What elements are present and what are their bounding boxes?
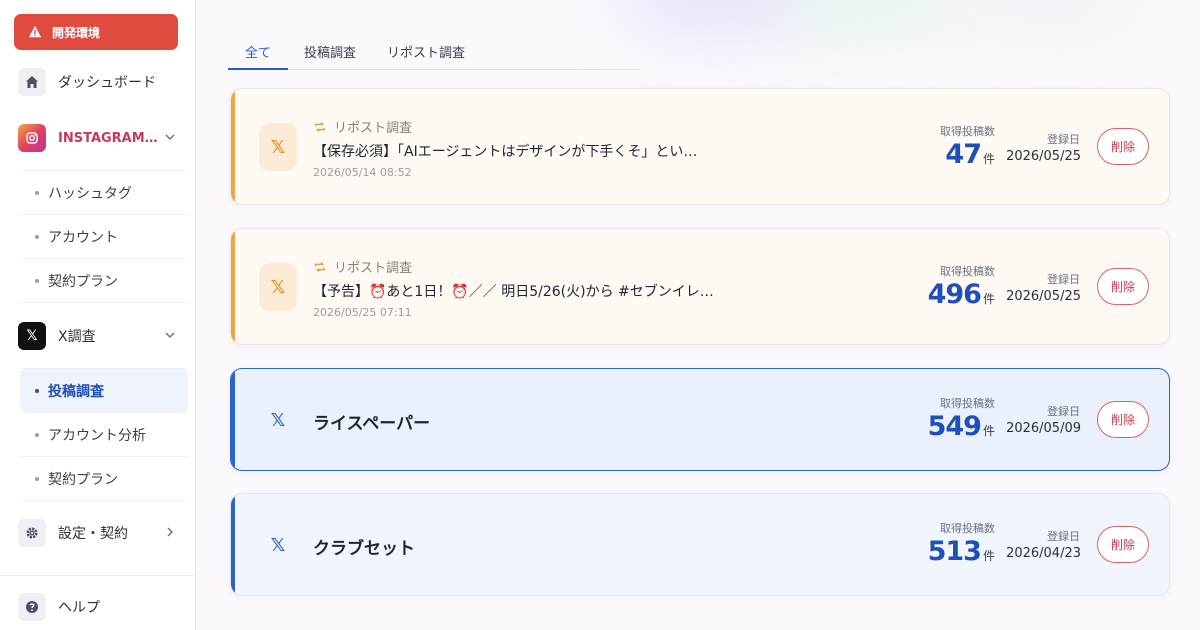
x-logo-icon: 𝕏 (270, 534, 286, 556)
post-count: 47 件 (945, 139, 995, 170)
sidebar-item-label: ヘルプ (58, 600, 100, 616)
research-card[interactable]: 𝕏 ライスペーパー 取得投稿数 549 件 登録日 2026/05/09 削除 (230, 368, 1170, 471)
sidebar-item-help[interactable]: ヘルプ (18, 591, 182, 623)
tab-post-research[interactable]: 投稿調査 (304, 36, 356, 70)
chevron-right-icon (167, 527, 173, 537)
environment-badge: 開発環境 (14, 14, 178, 50)
tab-repost-research[interactable]: リポスト調査 (387, 36, 465, 70)
count-label: 取得投稿数 (940, 397, 995, 410)
sidebar-group-x[interactable]: 𝕏 X調査 (18, 320, 182, 352)
registered-label: 登録日 (1047, 530, 1080, 543)
card-type-label: リポスト調査 (334, 261, 413, 276)
sidebar-item-hashtag[interactable]: ハッシュタグ (20, 171, 188, 215)
home-icon (18, 68, 46, 96)
post-count: 513 件 (928, 536, 995, 567)
post-count-unit: 件 (982, 549, 995, 563)
registered-label: 登録日 (1047, 273, 1080, 286)
card-title: 【予告】⏰あと1日！⏰／／ 明日5/26(火)から #セブンイレ… (313, 284, 714, 300)
help-icon (18, 593, 46, 621)
sidebar-item-settings[interactable]: 設定・契約 (18, 517, 182, 549)
instagram-icon (18, 124, 46, 152)
card-title: 【保存必須】「AIエージェントはデザインが下手くそ」とい… (313, 144, 698, 160)
x-submenu: 投稿調査 アカウント分析 契約プラン (20, 368, 188, 501)
x-logo-icon: 𝕏 (270, 409, 286, 431)
sidebar-group-instagram[interactable]: INSTAGRAM… (18, 122, 182, 154)
delete-button[interactable]: 削除 (1097, 401, 1149, 438)
sidebar-group-label: X調査 (58, 329, 96, 345)
repost-icon (314, 261, 326, 272)
research-card[interactable]: 𝕏 リポスト調査 【保存必須】「AIエージェントはデザインが下手くそ」とい… 2… (230, 88, 1170, 205)
card-title: ライスペーパー (313, 414, 431, 434)
sidebar-item-account[interactable]: アカウント (20, 215, 188, 259)
post-count-unit: 件 (982, 292, 995, 306)
sidebar-group-label: INSTAGRAM… (58, 130, 158, 146)
count-label: 取得投稿数 (940, 522, 995, 535)
registered-label: 登録日 (1047, 405, 1080, 418)
registered-date: 2026/05/09 (1006, 421, 1081, 436)
environment-label: 開発環境 (52, 25, 101, 40)
card-accent (231, 89, 235, 204)
x-logo-icon: 𝕏 (18, 322, 46, 350)
post-count-value: 513 (927, 536, 982, 567)
background-decoration (620, 0, 800, 20)
card-title: クラブセット (313, 539, 415, 559)
post-count: 549 件 (928, 411, 995, 442)
instagram-submenu: ハッシュタグ アカウント 契約プラン (20, 170, 188, 303)
warning-icon (28, 25, 42, 39)
registered-date: 2026/05/25 (1006, 289, 1081, 304)
sidebar-item-account-analysis[interactable]: アカウント分析 (20, 413, 188, 457)
filter-tabs: 全て 投稿調査 リポスト調査 (228, 36, 640, 70)
post-count-value: 47 (945, 139, 982, 170)
background-decoration (950, 0, 1150, 20)
card-type-label: リポスト調査 (334, 121, 413, 136)
sidebar-item-plan[interactable]: 契約プラン (20, 457, 188, 501)
background-decoration (760, 0, 960, 20)
sidebar-item-label: ダッシュボード (58, 75, 156, 91)
count-label: 取得投稿数 (940, 265, 995, 278)
card-accent (231, 494, 235, 595)
repost-icon (314, 121, 326, 132)
gear-icon (18, 519, 46, 547)
chevron-down-icon (165, 332, 175, 338)
x-logo-icon: 𝕏 (259, 263, 297, 311)
chevron-down-icon (165, 134, 175, 140)
sidebar: 開発環境 ダッシュボード INSTAGRAM… ハッシュタグ アカウント 契約プ… (0, 0, 196, 630)
delete-button[interactable]: 削除 (1097, 128, 1149, 165)
registered-label: 登録日 (1047, 133, 1080, 146)
post-count: 496 件 (928, 279, 995, 310)
research-card[interactable]: 𝕏 クラブセット 取得投稿数 513 件 登録日 2026/04/23 削除 (230, 493, 1170, 596)
sidebar-item-dashboard[interactable]: ダッシュボード (18, 66, 182, 98)
card-type: リポスト調査 (313, 257, 412, 276)
sidebar-item-label: 設定・契約 (58, 526, 128, 542)
research-card[interactable]: 𝕏 リポスト調査 【予告】⏰あと1日！⏰／／ 明日5/26(火)から #セブンイ… (230, 228, 1170, 345)
registered-date: 2026/04/23 (1006, 546, 1081, 561)
sidebar-item-plan[interactable]: 契約プラン (20, 259, 188, 303)
sidebar-item-post-research[interactable]: 投稿調査 (20, 369, 188, 413)
delete-button[interactable]: 削除 (1097, 268, 1149, 305)
card-accent (231, 229, 235, 344)
post-count-value: 549 (927, 411, 982, 442)
card-timestamp: 2026/05/14 08:52 (313, 166, 412, 179)
post-count-value: 496 (927, 279, 982, 310)
registered-date: 2026/05/25 (1006, 149, 1081, 164)
sidebar-divider (0, 575, 196, 576)
card-timestamp: 2026/05/25 07:11 (313, 306, 412, 319)
x-logo-icon: 𝕏 (259, 123, 297, 171)
post-count-unit: 件 (982, 424, 995, 438)
card-type: リポスト調査 (313, 117, 412, 136)
card-accent (231, 369, 235, 470)
delete-button[interactable]: 削除 (1097, 526, 1149, 563)
tab-all[interactable]: 全て (228, 36, 288, 70)
count-label: 取得投稿数 (940, 125, 995, 138)
post-count-unit: 件 (982, 152, 995, 166)
